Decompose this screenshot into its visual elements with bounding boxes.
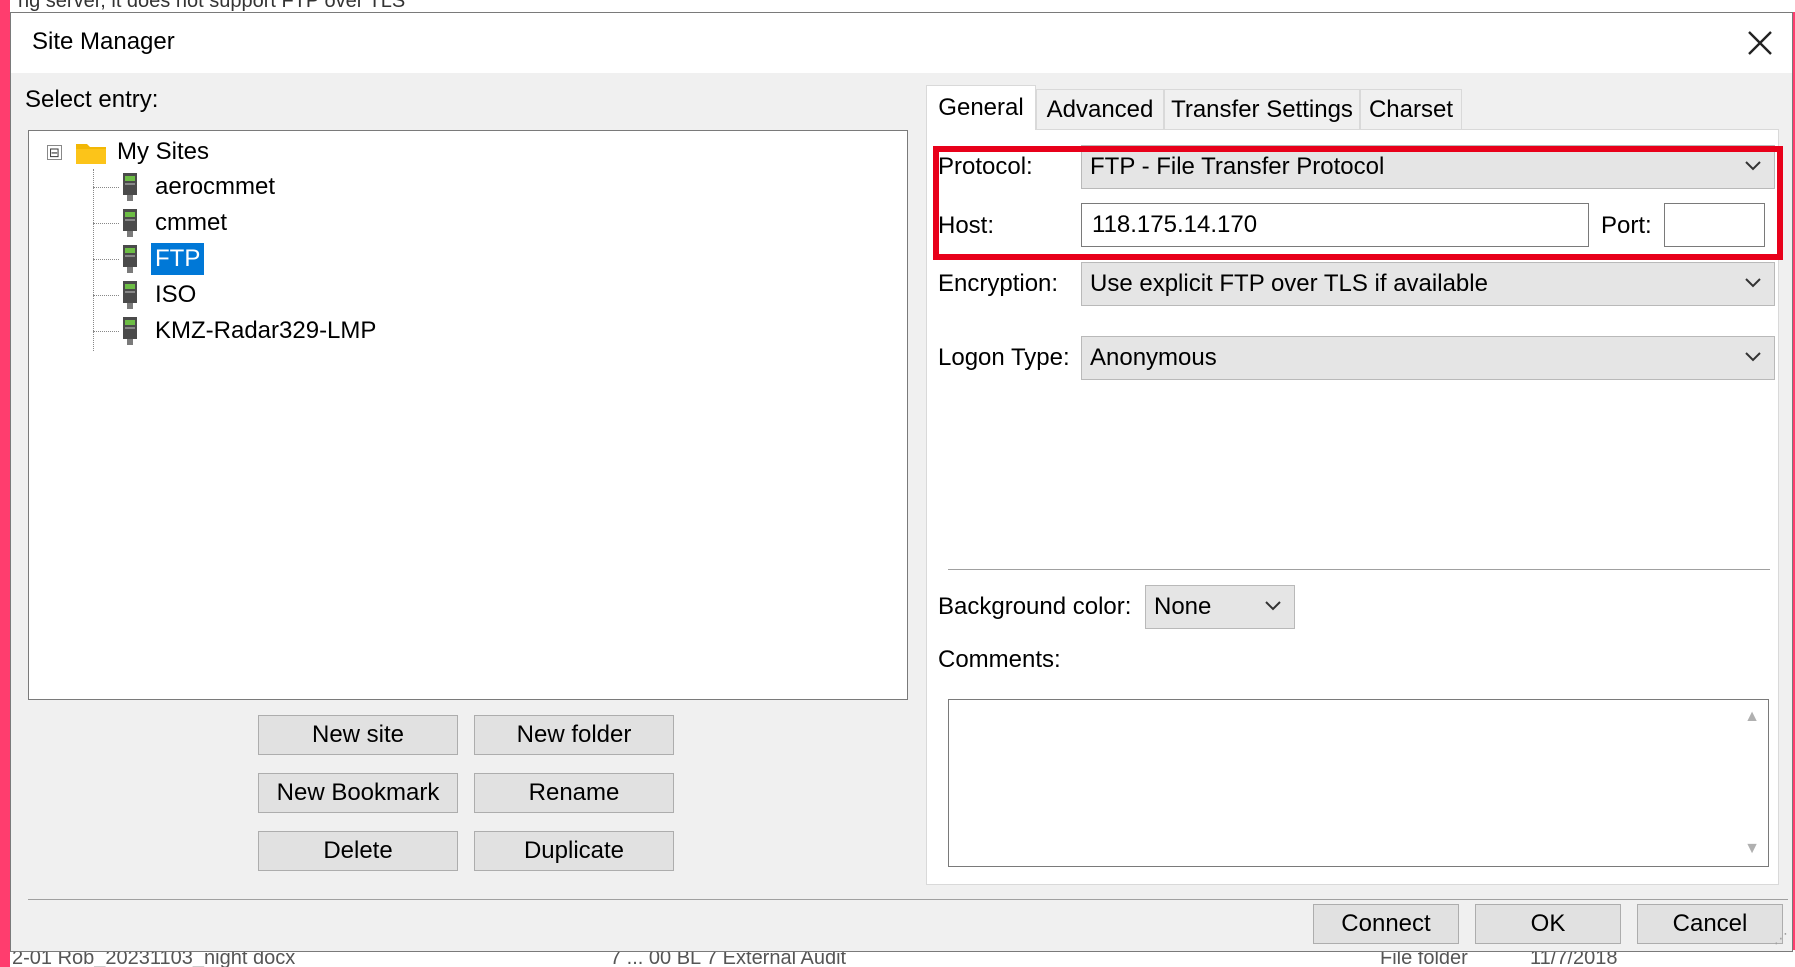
tree-item-ftp[interactable]: FTP: [121, 242, 205, 276]
comments-textarea[interactable]: ▲ ▼: [948, 699, 1769, 867]
protocol-select[interactable]: FTP - File Transfer Protocol: [1081, 145, 1775, 189]
logon-type-value: Anonymous: [1090, 344, 1217, 371]
select-entry-label: Select entry:: [25, 86, 159, 113]
scroll-down-icon[interactable]: ▼: [1744, 840, 1760, 858]
title-bar: Site Manager: [11, 13, 1792, 73]
port-input[interactable]: [1664, 203, 1765, 247]
tree-connector: [93, 187, 119, 188]
tree-root-my-sites[interactable]: My Sites: [117, 135, 209, 169]
folder-icon: [76, 144, 106, 164]
connect-button[interactable]: Connect: [1313, 904, 1459, 944]
tree-item-iso[interactable]: ISO: [121, 278, 196, 312]
cancel-button[interactable]: Cancel: [1637, 904, 1783, 944]
server-icon: [123, 317, 137, 345]
tree-item-label: ISO: [155, 281, 197, 308]
tab-transfer-settings[interactable]: Transfer Settings: [1164, 89, 1360, 129]
new-site-button[interactable]: New site: [258, 715, 458, 755]
logon-type-label: Logon Type:: [938, 344, 1070, 371]
window-title: Site Manager: [32, 28, 175, 55]
comments-label: Comments:: [938, 646, 1061, 673]
protocol-value: FTP - File Transfer Protocol: [1090, 153, 1385, 180]
chevron-down-icon: [1745, 278, 1761, 288]
chevron-down-icon: [1265, 601, 1281, 611]
chevron-down-icon: [1745, 161, 1761, 171]
background-color-select[interactable]: None: [1145, 585, 1295, 629]
ok-button[interactable]: OK: [1475, 904, 1621, 944]
tab-charset[interactable]: Charset: [1360, 89, 1462, 129]
logon-type-select[interactable]: Anonymous: [1081, 336, 1775, 380]
host-label: Host:: [938, 212, 995, 239]
new-folder-button[interactable]: New folder: [474, 715, 674, 755]
site-manager-dialog: Site Manager Select entry: ⊟ My Sites ae…: [10, 12, 1793, 952]
server-icon: [123, 173, 137, 201]
tree-item-label: cmmet: [155, 209, 227, 236]
tree-line: [93, 169, 94, 351]
footer-separator: [28, 899, 1788, 900]
tree-item-kmz-radar[interactable]: KMZ-Radar329-LMP: [121, 314, 376, 348]
site-tree[interactable]: ⊟ My Sites aerocmmet cmmet FTP ISO KMZ-R…: [28, 130, 908, 700]
close-icon[interactable]: [1728, 13, 1792, 73]
background-bottom-strip: 2-01 Rob_20231103_night docx 7 ... 00 BL…: [10, 950, 1795, 967]
tree-connector: [93, 331, 119, 332]
server-icon: [123, 209, 137, 237]
encryption-label: Encryption:: [938, 270, 1059, 297]
background-color-label: Background color:: [938, 593, 1132, 620]
background-top-strip: ng server, it does not support FTP over …: [10, 0, 1795, 12]
background-top-text: ng server, it does not support FTP over …: [18, 0, 406, 12]
tree-item-aerocmmet[interactable]: aerocmmet: [121, 170, 275, 204]
new-bookmark-button[interactable]: New Bookmark: [258, 773, 458, 813]
chevron-down-icon: [1745, 352, 1761, 362]
server-icon: [123, 281, 137, 309]
background-file-name: 2-01 Rob_20231103_night docx: [12, 950, 296, 967]
tree-item-label: KMZ-Radar329-LMP: [155, 317, 377, 344]
tab-advanced[interactable]: Advanced: [1036, 89, 1164, 129]
host-value: 118.175.14.170: [1092, 211, 1258, 238]
host-input[interactable]: 118.175.14.170: [1081, 203, 1589, 247]
rename-button[interactable]: Rename: [474, 773, 674, 813]
encryption-value: Use explicit FTP over TLS if available: [1090, 270, 1488, 297]
background-folder-name: 7 ... 00 BL 7 External Audit: [610, 950, 847, 967]
port-label: Port:: [1601, 212, 1652, 239]
tree-item-cmmet[interactable]: cmmet: [121, 206, 227, 240]
delete-button[interactable]: Delete: [258, 831, 458, 871]
tree-item-label: aerocmmet: [155, 173, 276, 200]
tree-root-label: My Sites: [117, 138, 210, 165]
collapse-icon[interactable]: ⊟: [47, 145, 62, 160]
protocol-label: Protocol:: [938, 153, 1033, 180]
background-file-date: 11/7/2018: [1530, 950, 1618, 967]
server-icon: [123, 245, 137, 273]
tree-connector: [93, 259, 119, 260]
tree-connector: [93, 223, 119, 224]
tab-general[interactable]: General: [926, 85, 1036, 130]
separator: [948, 569, 1770, 570]
scroll-up-icon[interactable]: ▲: [1744, 708, 1760, 726]
background-file-type: File folder: [1380, 950, 1468, 967]
tree-item-label-selected: FTP: [151, 243, 205, 275]
tree-connector: [93, 295, 119, 296]
encryption-select[interactable]: Use explicit FTP over TLS if available: [1081, 262, 1775, 306]
background-color-value: None: [1154, 593, 1212, 620]
resize-grip-icon[interactable]: ⋰: [1774, 930, 1788, 947]
duplicate-button[interactable]: Duplicate: [474, 831, 674, 871]
